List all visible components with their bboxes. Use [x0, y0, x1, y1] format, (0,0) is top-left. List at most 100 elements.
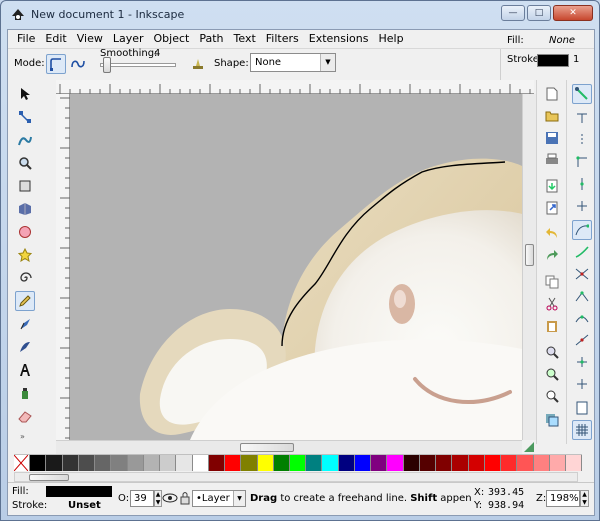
- opacity-input[interactable]: 39: [130, 490, 154, 507]
- tool-spray[interactable]: [15, 383, 35, 403]
- menu-file[interactable]: File: [12, 30, 40, 48]
- palette-swatch[interactable]: [468, 455, 485, 471]
- layer-select[interactable]: •Layer 1 ▼: [192, 490, 246, 507]
- snap-bbox-midpoint-button[interactable]: [572, 174, 592, 194]
- palette-swatch[interactable]: [533, 455, 550, 471]
- snap-toggle-button[interactable]: [572, 84, 592, 104]
- paste-button[interactable]: [542, 316, 562, 336]
- tool-eraser[interactable]: [15, 406, 35, 426]
- vertical-scrollbar[interactable]: [522, 94, 536, 440]
- palette-swatch[interactable]: [273, 455, 290, 471]
- reset-defaults-button[interactable]: [188, 54, 208, 74]
- open-button[interactable]: [542, 106, 562, 126]
- snap-grid-button[interactable]: [572, 420, 592, 440]
- palette-scroll-thumb[interactable]: [29, 474, 69, 481]
- palette-swatch[interactable]: [62, 455, 79, 471]
- tool-calligraphy[interactable]: [15, 337, 35, 357]
- menu-path[interactable]: Path: [194, 30, 228, 48]
- palette-swatch[interactable]: [225, 455, 242, 471]
- menu-edit[interactable]: Edit: [40, 30, 71, 48]
- snap-path-button[interactable]: [572, 242, 592, 262]
- palette-swatch[interactable]: [192, 455, 209, 471]
- save-button[interactable]: [542, 128, 562, 148]
- palette-swatch[interactable]: [289, 455, 307, 471]
- tool-pen[interactable]: [15, 314, 35, 334]
- palette-swatch[interactable]: [143, 455, 161, 471]
- palette-swatch[interactable]: [46, 455, 63, 471]
- tool-pencil[interactable]: [15, 291, 35, 311]
- palette-swatch[interactable]: [565, 455, 583, 471]
- stroke-width-value[interactable]: 1: [573, 54, 579, 65]
- horizontal-scroll-thumb[interactable]: [240, 443, 294, 452]
- no-paint-swatch[interactable]: [14, 455, 31, 471]
- copy-button[interactable]: [542, 272, 562, 292]
- palette-swatch[interactable]: [257, 455, 274, 471]
- undo-button[interactable]: [542, 224, 562, 244]
- palette-swatch[interactable]: [387, 455, 404, 471]
- snap-bbox-corner-button[interactable]: [572, 152, 592, 172]
- zoom-input[interactable]: 198%: [546, 490, 580, 507]
- vertical-scroll-thumb[interactable]: [525, 244, 534, 266]
- new-doc-button[interactable]: [542, 84, 562, 104]
- horizontal-scrollbar[interactable]: [56, 440, 522, 454]
- minimize-button[interactable]: —: [501, 5, 525, 21]
- menu-help[interactable]: Help: [373, 30, 408, 48]
- snap-object-center-button[interactable]: [572, 352, 592, 372]
- print-button[interactable]: [542, 150, 562, 170]
- snap-intersection-button[interactable]: [572, 264, 592, 284]
- palette-scrollbar[interactable]: [14, 472, 578, 482]
- palette-swatch[interactable]: [403, 455, 420, 471]
- horizontal-ruler[interactable]: [56, 80, 534, 94]
- import-button[interactable]: [542, 176, 562, 196]
- menu-layer[interactable]: Layer: [108, 30, 149, 48]
- palette-swatch[interactable]: [436, 455, 453, 471]
- snap-rotation-center-button[interactable]: [572, 374, 592, 394]
- shape-select[interactable]: None ▼: [250, 53, 336, 72]
- palette-swatch[interactable]: [208, 455, 226, 471]
- palette-swatch[interactable]: [176, 455, 193, 471]
- palette-swatch[interactable]: [111, 455, 128, 471]
- palette-swatch[interactable]: [78, 455, 96, 471]
- redo-button[interactable]: [542, 246, 562, 266]
- snap-page-button[interactable]: [572, 398, 592, 418]
- palette-swatch[interactable]: [517, 455, 534, 471]
- toolbox-overflow-icon[interactable]: »: [20, 432, 25, 441]
- maximize-button[interactable]: □: [527, 5, 551, 21]
- smoothing-slider-thumb[interactable]: [102, 57, 111, 73]
- tool-star[interactable]: [15, 245, 35, 265]
- palette-swatch[interactable]: [322, 455, 339, 471]
- snap-midpoint-button[interactable]: [572, 330, 592, 350]
- snap-bbox-button[interactable]: [572, 108, 592, 128]
- layer-lock-icon[interactable]: [180, 491, 190, 508]
- export-button[interactable]: [542, 198, 562, 218]
- zoom-spinner[interactable]: ▲ ▼: [580, 490, 589, 507]
- smoothing-slider[interactable]: [100, 63, 176, 67]
- palette-swatch[interactable]: [354, 455, 372, 471]
- tool-tweak[interactable]: [15, 130, 35, 150]
- snap-nodes-button[interactable]: [572, 220, 592, 240]
- duplicate-button[interactable]: [542, 410, 562, 430]
- menu-text[interactable]: Text: [229, 30, 261, 48]
- palette-swatch[interactable]: [501, 455, 518, 471]
- palette-swatch[interactable]: [338, 455, 355, 471]
- palette-swatch[interactable]: [549, 455, 566, 471]
- snap-cusp-button[interactable]: [572, 286, 592, 306]
- tool-zoom[interactable]: [15, 153, 35, 173]
- cut-button[interactable]: [542, 294, 562, 314]
- palette-swatch[interactable]: [127, 455, 144, 471]
- palette-swatch[interactable]: [484, 455, 502, 471]
- fill-value[interactable]: None: [549, 35, 575, 46]
- zoom-corner-icon[interactable]: [522, 440, 536, 454]
- snap-bbox-edge-button[interactable]: [572, 130, 592, 150]
- tool-selector[interactable]: [15, 84, 35, 104]
- tool-node[interactable]: [15, 107, 35, 127]
- mode-regular-bezier-button[interactable]: [46, 54, 66, 74]
- palette-swatch[interactable]: [160, 455, 177, 471]
- drawing-canvas[interactable]: [70, 94, 522, 440]
- palette-swatch[interactable]: [419, 455, 437, 471]
- tool-ellipse[interactable]: [15, 222, 35, 242]
- snap-bbox-center-button[interactable]: [572, 196, 592, 216]
- status-stroke-value[interactable]: Unset: [68, 500, 101, 511]
- snap-smooth-button[interactable]: [572, 308, 592, 328]
- title-bar[interactable]: New document 1 - Inkscape — □ ✕: [1, 1, 599, 29]
